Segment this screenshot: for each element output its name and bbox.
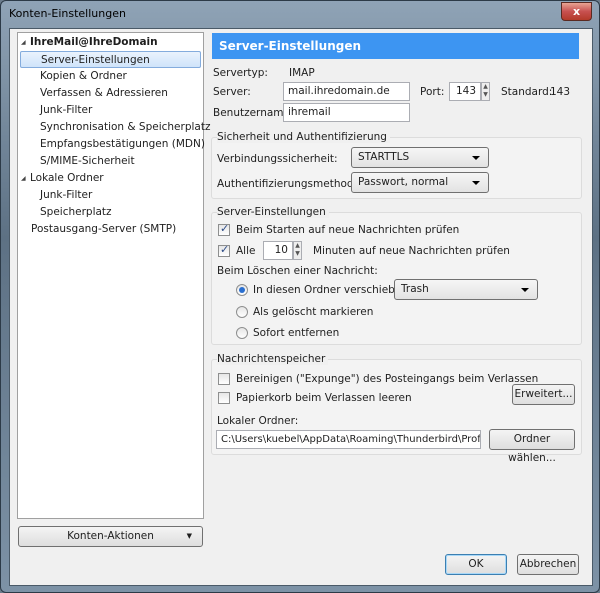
interval-spinner[interactable]: ▲ ▼: [293, 241, 302, 260]
check-interval-input[interactable]: 10: [263, 241, 293, 260]
tree-item-label: Kopien & Ordner: [40, 70, 127, 82]
check-every-label: Alle: [236, 245, 256, 257]
tree-item[interactable]: S/MIME-Sicherheit: [20, 153, 201, 170]
dropdown-arrow-icon: ▼: [186, 532, 192, 540]
connection-security-select[interactable]: STARTTLS: [351, 147, 489, 168]
tree-item-label: Verfassen & Adressieren: [40, 87, 168, 99]
remove-immediately-label: Sofort entfernen: [253, 327, 340, 339]
tree-item[interactable]: Speicherplatz: [20, 204, 201, 221]
tree-item-label: Junk-Filter: [40, 104, 93, 116]
ok-button[interactable]: OK: [445, 554, 507, 575]
storage-group-title: Nachrichtenspeicher: [217, 353, 329, 365]
dropdown-arrow-icon: [472, 156, 480, 160]
server-settings-group-title: Server-Einstellungen: [217, 206, 329, 218]
tree-item[interactable]: Verfassen & Adressieren: [20, 85, 201, 102]
standard-value: 143: [550, 86, 571, 98]
auth-method-value: Passwort, normal: [358, 176, 449, 188]
advanced-button[interactable]: Erweitert...: [512, 384, 575, 405]
auth-method-label: Authentifizierungsmethode:: [217, 178, 364, 190]
empty-trash-label: Papierkorb beim Verlassen leeren: [236, 392, 412, 404]
page-title: Server-Einstellungen: [212, 33, 579, 59]
account-actions-button[interactable]: Konten-Aktionen ▼: [18, 526, 203, 547]
tree-item-label: Synchronisation & Speicherplatz: [40, 121, 211, 133]
tree-item[interactable]: Empfangsbestätigungen (MDN): [20, 136, 205, 153]
dropdown-arrow-icon: [472, 181, 480, 185]
servertype-value: IMAP: [289, 67, 315, 79]
username-label: Benutzername:: [213, 107, 294, 119]
account-tree[interactable]: ◢ IhreMail@IhreDomain Server-Einstellungen…: [17, 32, 210, 519]
mark-deleted-radio[interactable]: [236, 306, 248, 318]
tree-item[interactable]: Junk-Filter: [20, 102, 201, 119]
tree-item-label: Junk-Filter: [40, 189, 93, 201]
tree-item-label: Server-Einstellungen: [41, 54, 150, 66]
auth-method-select[interactable]: Passwort, normal: [351, 172, 489, 193]
tree-item[interactable]: ◢ IhreMail@IhreDomain: [20, 34, 201, 51]
tree-item-label: Lokale Ordner: [30, 172, 104, 184]
connection-security-value: STARTTLS: [358, 151, 410, 163]
account-actions-label: Konten-Aktionen: [67, 530, 154, 542]
port-spinner[interactable]: ▲ ▼: [481, 82, 490, 101]
trash-folder-value: Trash: [401, 283, 429, 295]
mark-deleted-label: Als gelöscht markieren: [253, 306, 374, 318]
remove-immediately-radio[interactable]: [236, 327, 248, 339]
tree-item-label: Postausgang-Server (SMTP): [31, 223, 177, 235]
local-folder-label: Lokaler Ordner:: [217, 415, 299, 427]
local-folder-input[interactable]: C:\Users\kuebel\AppData\Roaming\Thunderb…: [216, 430, 481, 449]
expand-arrow-icon[interactable]: ◢: [21, 34, 26, 51]
check-on-start-label: Beim Starten auf neue Nachrichten prüfen: [236, 224, 460, 236]
connection-security-label: Verbindungssicherheit:: [217, 153, 338, 165]
server-label: Server:: [213, 86, 251, 98]
port-label: Port:: [420, 86, 445, 98]
close-button[interactable]: x: [561, 2, 592, 21]
tree-item[interactable]: ◢ Lokale Ordner: [20, 170, 201, 187]
check-every-checkbox[interactable]: [218, 243, 230, 257]
move-to-folder-radio[interactable]: [236, 284, 248, 296]
choose-folder-button[interactable]: Ordner wählen...: [489, 429, 575, 464]
empty-trash-checkbox[interactable]: [218, 392, 230, 404]
expunge-checkbox[interactable]: [218, 373, 230, 385]
tree-item-label: Speicherplatz: [40, 206, 112, 218]
tree-item[interactable]: Synchronisation & Speicherplatz: [20, 119, 210, 136]
port-input[interactable]: 143: [449, 82, 481, 101]
tree-item-label: IhreMail@IhreDomain: [30, 36, 158, 48]
tree-item[interactable]: Server-Einstellungen: [20, 51, 201, 68]
on-delete-label: Beim Löschen einer Nachricht:: [217, 265, 378, 277]
username-input[interactable]: ihremail: [283, 103, 410, 122]
expand-arrow-icon[interactable]: ◢: [21, 170, 26, 187]
servertype-label: Servertyp:: [213, 67, 268, 79]
tree-item-label: S/MIME-Sicherheit: [40, 155, 135, 167]
standard-label: Standard:: [501, 86, 553, 98]
check-on-start-checkbox[interactable]: [218, 222, 230, 236]
move-to-folder-label: In diesen Ordner verschieben:: [253, 284, 412, 296]
tree-item[interactable]: Junk-Filter: [20, 187, 201, 204]
window-title: Konten-Einstellungen: [9, 7, 126, 20]
cancel-button[interactable]: Abbrechen: [517, 554, 579, 575]
server-input[interactable]: mail.ihredomain.de: [283, 82, 410, 101]
tree-item-label: Empfangsbestätigungen (MDN): [40, 138, 205, 150]
tree-item[interactable]: Postausgang-Server (SMTP): [20, 221, 201, 238]
tree-item[interactable]: Kopien & Ordner: [20, 68, 201, 85]
trash-folder-select[interactable]: Trash: [394, 279, 538, 300]
dropdown-arrow-icon: [521, 288, 529, 292]
security-group-title: Sicherheit und Authentifizierung: [217, 131, 390, 143]
expunge-label: Bereinigen ("Expunge") des Posteingangs …: [236, 373, 539, 385]
check-every-suffix: Minuten auf neue Nachrichten prüfen: [313, 245, 510, 257]
